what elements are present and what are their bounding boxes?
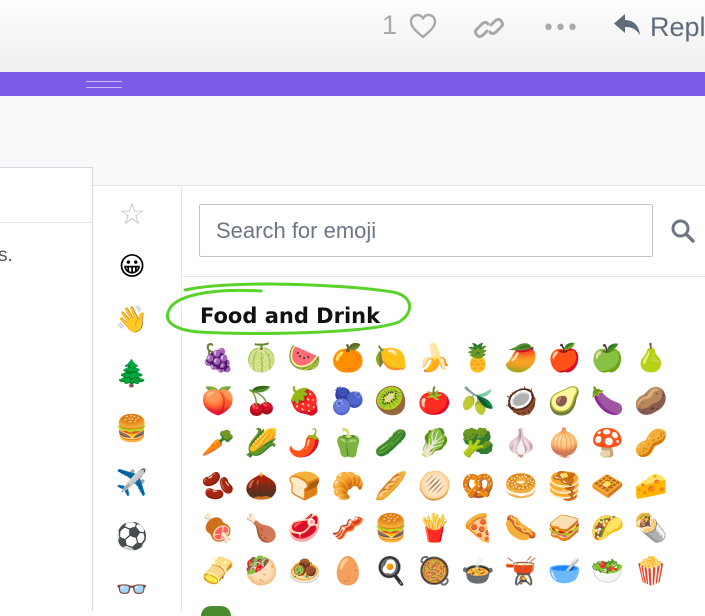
emoji-button[interactable]: 🥙	[242, 553, 280, 591]
emoji-button[interactable]: 🧆	[286, 553, 324, 591]
emoji-category-sidebar: ☆ 😀 👋 🌲 🍔 ✈️ ⚽ 👓	[93, 186, 182, 611]
category-travel-icon[interactable]: ✈️	[113, 464, 151, 502]
category-people-icon[interactable]: 👋	[113, 301, 151, 339]
editor-text: s.	[0, 245, 13, 266]
emoji-button[interactable]: 🌮	[589, 510, 627, 548]
emoji-button[interactable]: 🥯	[502, 468, 540, 506]
emoji-button[interactable]: 🧅	[545, 425, 583, 463]
ellipsis-icon[interactable]: •••	[542, 16, 579, 41]
emoji-button[interactable]: 🧀	[632, 468, 670, 506]
emoji-button[interactable]: 🍊	[329, 340, 367, 378]
emoji-button[interactable]: 🥐	[329, 468, 367, 506]
emoji-button[interactable]: 🫑	[329, 425, 367, 463]
editor-divider	[0, 222, 92, 223]
emoji-button[interactable]: 🍞	[286, 468, 324, 506]
category-nature-icon[interactable]: 🌲	[113, 355, 151, 393]
emoji-button[interactable]: 🍐	[632, 340, 670, 378]
emoji-button[interactable]: 🍓	[286, 383, 324, 421]
emoji-button[interactable]: 🫔	[199, 553, 237, 591]
emoji-button[interactable]: 🍋	[372, 340, 410, 378]
category-activities-icon[interactable]: ⚽	[113, 518, 151, 556]
emoji-button[interactable]: 🍗	[242, 510, 280, 548]
emoji-button[interactable]: 🍎	[545, 340, 583, 378]
emoji-button[interactable]: 🍏	[589, 340, 627, 378]
emoji-button[interactable]: 🫘	[199, 468, 237, 506]
emoji-button[interactable]: 🥘	[416, 553, 454, 591]
emoji-button[interactable]: 🥔	[632, 383, 670, 421]
composer-resize-bar[interactable]	[0, 72, 705, 96]
category-objects-icon[interactable]: 👓	[113, 571, 151, 609]
search-divider	[182, 276, 705, 277]
emoji-button[interactable]: 🫕	[502, 553, 540, 591]
emoji-button[interactable]: 🥖	[372, 468, 410, 506]
emoji-search-input[interactable]	[199, 204, 653, 257]
emoji-button[interactable]: 🍇	[199, 340, 237, 378]
emoji-button[interactable]: 🥦	[459, 425, 497, 463]
emoji-button[interactable]: 🥭	[502, 340, 540, 378]
emoji-button[interactable]: 🍅	[416, 383, 454, 421]
emoji-button[interactable]: 🫒	[459, 383, 497, 421]
reply-button[interactable]: Repl	[612, 10, 705, 44]
emoji-button[interactable]: 🥞	[545, 468, 583, 506]
emoji-button[interactable]: 🍔	[372, 510, 410, 548]
emoji-button[interactable]: 🥒	[372, 425, 410, 463]
emoji-button[interactable]: 🥑	[545, 383, 583, 421]
emoji-button[interactable]: 🥝	[372, 383, 410, 421]
post-actions-bar: 1 ••• Repl	[0, 0, 705, 72]
emoji-button[interactable]: 🌰	[242, 468, 280, 506]
emoji-button[interactable]: 🥥	[502, 383, 540, 421]
drag-grip-icon[interactable]	[86, 81, 122, 88]
emoji-button[interactable]: 🥨	[459, 468, 497, 506]
heart-outline-icon[interactable]	[408, 12, 438, 44]
emoji-picker: ☆ 😀 👋 🌲 🍔 ✈️ ⚽ 👓 Food and Drink 🍇🍈🍉🍊🍋🍌🍍🥭…	[93, 185, 705, 616]
emoji-button[interactable]: 🍕	[459, 510, 497, 548]
emoji-button[interactable]: 🍑	[199, 383, 237, 421]
emoji-button[interactable]: 🥓	[329, 510, 367, 548]
emoji-button[interactable]: 🥕	[199, 425, 237, 463]
like-count: 1	[382, 10, 398, 40]
emoji-button[interactable]: 🧇	[589, 468, 627, 506]
emoji-button[interactable]: 🥪	[545, 510, 583, 548]
emoji-button[interactable]: 🍆	[589, 383, 627, 421]
emoji-button[interactable]: 🍄	[589, 425, 627, 463]
emoji-button[interactable]: 🍲	[459, 553, 497, 591]
emoji-button[interactable]: 🥜	[632, 425, 670, 463]
emoji-button[interactable]: 🌶️	[286, 425, 324, 463]
reply-label: Repl	[650, 11, 705, 42]
emoji-button[interactable]: 🍉	[286, 340, 324, 378]
section-title-food-and-drink: Food and Drink	[200, 304, 381, 328]
emoji-button[interactable]: 🍌	[416, 340, 454, 378]
emoji-button[interactable]: 🌽	[242, 425, 280, 463]
editor-pane[interactable]: s.	[0, 167, 93, 611]
category-food-icon[interactable]: 🍔	[113, 410, 151, 448]
emoji-button[interactable]: 🍖	[199, 510, 237, 548]
reply-arrow-icon	[612, 11, 642, 43]
emoji-button[interactable]: 🍍	[459, 340, 497, 378]
emoji-button[interactable]: 🧄	[502, 425, 540, 463]
emoji-button[interactable]: 🥬	[416, 425, 454, 463]
emoji-button[interactable]: 🍳	[372, 553, 410, 591]
emoji-button[interactable]: 🌭	[502, 510, 540, 548]
emoji-button[interactable]: 🫓	[416, 468, 454, 506]
emoji-button[interactable]: 🥩	[286, 510, 324, 548]
emoji-button[interactable]: 🍈	[242, 340, 280, 378]
emoji-button[interactable]: 🫐	[329, 383, 367, 421]
emoji-button[interactable]: 🍟	[416, 510, 454, 548]
emoji-button[interactable]: 🍿	[632, 553, 670, 591]
emoji-button[interactable]: 🌯	[632, 510, 670, 548]
category-smileys-icon[interactable]: 😀	[113, 248, 151, 286]
emoji-button[interactable]: 🥚	[329, 553, 367, 591]
emoji-button[interactable]: 🥣	[545, 553, 583, 591]
search-icon[interactable]	[670, 218, 696, 248]
emoji-button[interactable]: 🥗	[589, 553, 627, 591]
category-favorites-icon[interactable]: ☆	[113, 196, 151, 234]
emoji-button[interactable]: 🍒	[242, 383, 280, 421]
next-section-peek	[201, 606, 231, 616]
link-icon[interactable]	[474, 14, 504, 46]
